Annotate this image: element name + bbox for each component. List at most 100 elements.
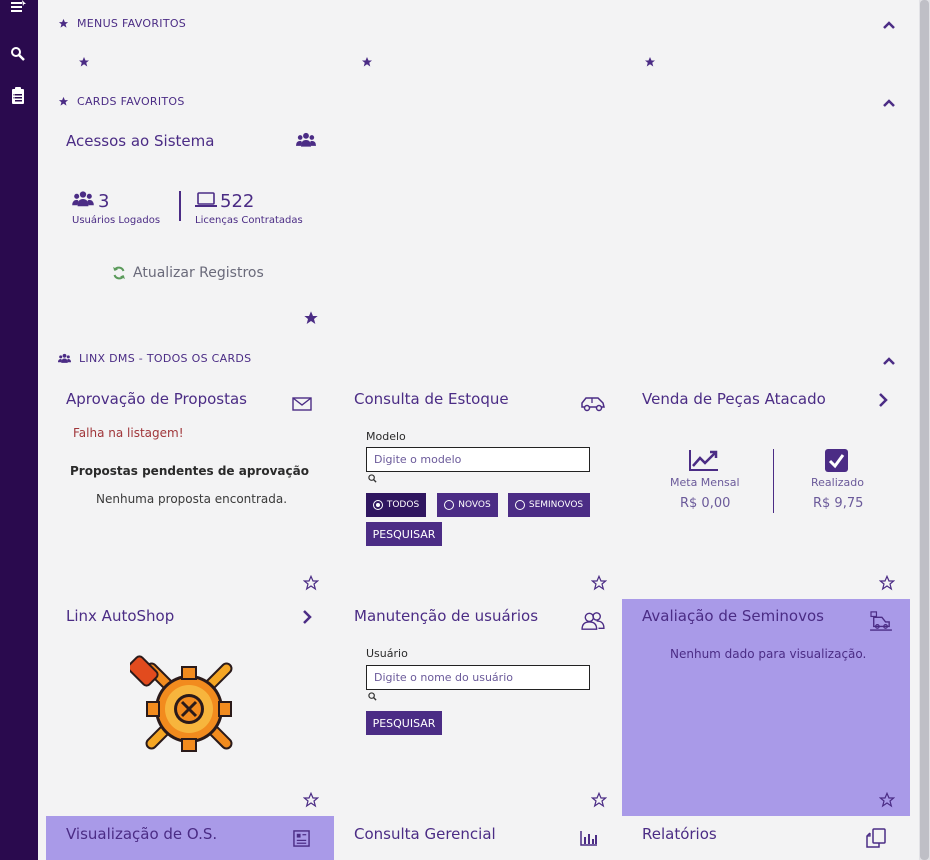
star-outline-icon[interactable] <box>303 792 319 808</box>
star-icon[interactable] <box>361 56 373 68</box>
card-title: Avaliação de Seminovos <box>642 607 824 625</box>
laptop-icon <box>195 192 217 207</box>
error-message: Falha na listagem! <box>73 426 184 440</box>
filter-todos[interactable]: TODOS <box>366 493 426 517</box>
users-icon <box>58 353 71 363</box>
chevron-up-icon[interactable] <box>882 96 896 110</box>
envelope-icon[interactable] <box>292 394 312 414</box>
copy-icon[interactable] <box>866 828 886 848</box>
refresh-button[interactable]: Atualizar Registros <box>112 265 264 281</box>
car-icon[interactable] <box>580 394 606 414</box>
clipboard-icon[interactable] <box>10 87 26 104</box>
refresh-icon <box>113 266 125 280</box>
user-label: Usuário <box>366 647 408 660</box>
card-acessos-sistema: Acessos ao Sistema 3 Usuários Logados 52… <box>46 124 334 334</box>
search-icon[interactable] <box>368 692 377 701</box>
star-outline-icon[interactable] <box>879 792 895 808</box>
users-outline-icon[interactable] <box>580 611 606 631</box>
card-relatorios: Relatórios <box>622 816 910 860</box>
divider <box>179 191 181 221</box>
search-button-label: PESQUISAR <box>372 527 436 541</box>
checkbox-checked-icon <box>825 449 848 472</box>
car-lift-icon[interactable] <box>868 611 894 631</box>
card-consulta-gerencial: Consulta Gerencial <box>334 816 622 860</box>
document-list-icon[interactable] <box>293 830 310 847</box>
chevron-right-icon[interactable] <box>300 607 314 627</box>
cards-favoritos-header[interactable]: CARDS FAVORITOS <box>58 95 185 108</box>
model-placeholder: Digite o modelo <box>374 453 462 466</box>
empty-message: Nenhuma proposta encontrada. <box>96 492 288 506</box>
filter-label: SEMINOVOS <box>528 500 584 510</box>
card-aprovacao-propostas: Aprovação de Propostas Falha na listagem… <box>46 382 334 599</box>
chevron-up-icon[interactable] <box>882 18 896 32</box>
section-title: LINX DMS - TODOS OS CARDS <box>79 352 252 365</box>
licenses-label: Licenças Contratadas <box>195 215 303 226</box>
star-outline-icon[interactable] <box>591 792 607 808</box>
card-linx-autoshop: Linx AutoShop <box>46 599 334 816</box>
logged-users-label: Usuários Logados <box>72 215 161 226</box>
chevron-right-icon[interactable] <box>876 390 890 410</box>
todos-cards-header[interactable]: LINX DMS - TODOS OS CARDS <box>58 352 251 365</box>
card-title: Acessos ao Sistema <box>66 132 215 150</box>
bar-chart-icon[interactable] <box>580 830 598 846</box>
card-title: Consulta Gerencial <box>354 825 496 843</box>
star-icon <box>58 96 69 106</box>
search-button[interactable]: PESQUISAR <box>366 522 442 546</box>
model-input[interactable]: Digite o modelo <box>366 447 590 472</box>
meta-value: R$ 0,00 <box>680 496 731 511</box>
realizado-value: R$ 9,75 <box>813 496 864 511</box>
licenses-value: 522 <box>220 191 255 212</box>
star-filled-icon[interactable] <box>303 310 319 326</box>
subtitle: Propostas pendentes de aprovação <box>70 464 309 478</box>
logged-users-value: 3 <box>98 191 110 212</box>
autoshop-logo-icon <box>130 655 233 752</box>
star-outline-icon[interactable] <box>591 575 607 591</box>
realizado-label: Realizado <box>811 476 864 489</box>
search-icon[interactable] <box>368 474 377 483</box>
search-icon[interactable] <box>10 46 26 62</box>
card-title: Relatórios <box>642 825 717 843</box>
menu-icon[interactable] <box>10 0 26 16</box>
filter-label: TODOS <box>386 500 420 510</box>
user-input[interactable]: Digite o nome do usuário <box>366 665 590 690</box>
divider <box>773 449 774 513</box>
card-title: Linx AutoShop <box>66 607 175 625</box>
star-icon[interactable] <box>644 56 656 68</box>
chart-line-icon <box>689 450 718 471</box>
filter-label: NOVOS <box>458 500 491 510</box>
chevron-up-icon[interactable] <box>882 354 896 368</box>
meta-label: Meta Mensal <box>670 476 740 489</box>
star-outline-icon[interactable] <box>303 575 319 591</box>
card-manutencao-usuarios: Manutenção de usuários Usuário Digite o … <box>334 599 622 816</box>
radio-selected-icon <box>372 500 383 510</box>
scrollbar-thumb[interactable] <box>920 0 929 860</box>
section-title: CARDS FAVORITOS <box>77 95 185 108</box>
star-outline-icon[interactable] <box>879 575 895 591</box>
card-venda-pecas: Venda de Peças Atacado Meta Mensal R$ 0,… <box>622 382 910 599</box>
card-title: Consulta de Estoque <box>354 390 509 408</box>
card-avaliacao-seminovos: Avaliação de Seminovos Nenhum dado para … <box>622 599 910 816</box>
user-placeholder: Digite o nome do usuário <box>374 671 513 684</box>
menus-favoritos-header[interactable]: MENUS FAVORITOS <box>58 17 186 30</box>
star-icon <box>58 18 69 28</box>
users-icon <box>296 132 316 147</box>
sidebar <box>0 0 38 860</box>
refresh-label: Atualizar Registros <box>133 265 264 281</box>
empty-message: Nenhum dado para visualização. <box>670 647 867 661</box>
section-title: MENUS FAVORITOS <box>77 17 187 30</box>
filter-seminovos[interactable]: SEMINOVOS <box>508 493 590 517</box>
radio-icon <box>444 500 455 510</box>
card-title: Venda de Peças Atacado <box>642 390 826 408</box>
users-icon <box>72 191 94 207</box>
card-title: Visualização de O.S. <box>66 825 218 843</box>
card-visualizacao-os: Visualização de O.S. <box>46 816 334 860</box>
card-title: Manutenção de usuários <box>354 607 539 625</box>
search-button[interactable]: PESQUISAR <box>366 711 442 735</box>
search-button-label: PESQUISAR <box>372 716 436 730</box>
star-icon[interactable] <box>78 56 90 68</box>
scrollbar[interactable] <box>919 0 930 860</box>
card-title: Aprovação de Propostas <box>66 390 247 408</box>
card-consulta-estoque: Consulta de Estoque Modelo Digite o mode… <box>334 382 622 599</box>
filter-novos[interactable]: NOVOS <box>437 493 498 517</box>
model-label: Modelo <box>366 430 406 443</box>
